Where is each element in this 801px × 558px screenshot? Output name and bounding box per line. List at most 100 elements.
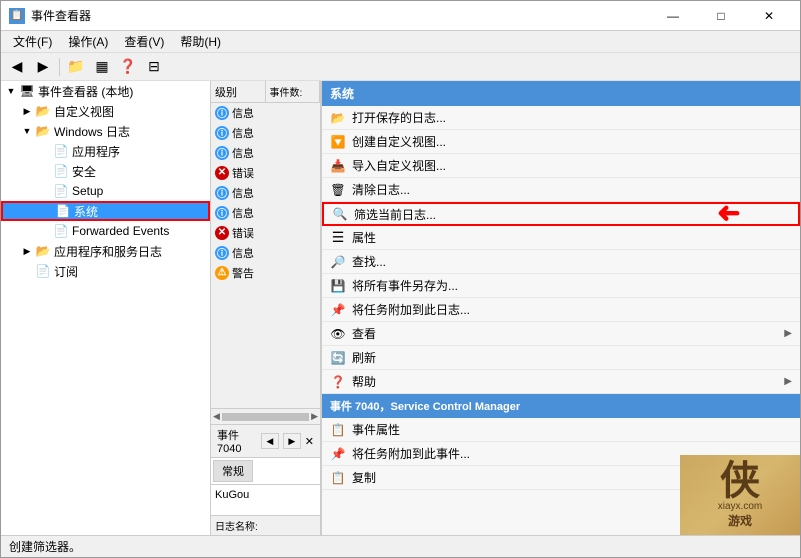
event-level-label: 信息 <box>232 105 254 121</box>
tree-item-system[interactable]: ▶ 📄 系统 <box>1 201 210 221</box>
action-label-create: 创建自定义视图... <box>352 133 446 150</box>
action-label-import: 导入自定义视图... <box>352 157 446 174</box>
menu-help[interactable]: 帮助(H) <box>172 31 229 52</box>
title-bar: 📋 事件查看器 — □ ✕ <box>1 1 800 31</box>
action-save-all[interactable]: 💾 将所有事件另存为... <box>322 274 800 298</box>
tree-item-custom-views[interactable]: ▶ 📂 自定义视图 <box>1 101 210 121</box>
action-label-open: 打开保存的日志... <box>352 109 446 126</box>
forward-button[interactable]: ▶ <box>31 56 55 78</box>
event-level-cell: ⓘ 信息 <box>211 144 320 162</box>
arrow-custom-views: ▶ <box>19 103 35 119</box>
action-view[interactable]: 👁 查看 ▶ <box>322 322 800 346</box>
props-icon: ☰ <box>330 230 346 246</box>
close-button[interactable]: ✕ <box>746 1 792 31</box>
event-row[interactable]: ⚠ 警告 <box>211 263 320 283</box>
middle-column: 级别 事件数: ⓘ 信息 ⓘ 信息 <box>211 81 321 535</box>
view-icon: 👁 <box>330 326 346 342</box>
detail-nav-right[interactable]: ▶ <box>283 433 301 449</box>
menu-file[interactable]: 文件(F) <box>5 31 60 52</box>
tree-item-windows-logs[interactable]: ▼ 📂 Windows 日志 <box>1 121 210 141</box>
menu-view[interactable]: 查看(V) <box>116 31 172 52</box>
label-forwarded: Forwarded Events <box>72 224 169 238</box>
tree-item-viewer-local[interactable]: ▼ 🖥 事件查看器 (本地) <box>1 81 210 101</box>
event-row[interactable]: ⓘ 信息 <box>211 143 320 163</box>
event-row[interactable]: ✕ 错误 <box>211 163 320 183</box>
label-system: 系统 <box>74 203 98 220</box>
help-icon: ❓ <box>330 374 346 390</box>
action-refresh[interactable]: 🔄 刷新 <box>322 346 800 370</box>
warning-icon: ⚠ <box>215 266 229 280</box>
event-list-rows: ⓘ 信息 ⓘ 信息 ⓘ <box>211 103 320 408</box>
tree-item-security[interactable]: ▶ 📄 安全 <box>1 161 210 181</box>
menu-action[interactable]: 操作(A) <box>60 31 116 52</box>
action-open-saved-log[interactable]: 📂 打开保存的日志... <box>322 106 800 130</box>
grid-button[interactable]: ▦ <box>90 56 114 78</box>
action-label-attach: 将任务附加到此日志... <box>352 301 470 318</box>
detail-footer: 日志名称: <box>211 515 320 535</box>
event-row[interactable]: ⓘ 信息 <box>211 243 320 263</box>
action-attach-task[interactable]: 📌 将任务附加到此日志... <box>322 298 800 322</box>
event-props-icon: 📋 <box>330 422 346 438</box>
label-setup: Setup <box>72 184 103 198</box>
refresh-icon: 🔄 <box>330 350 346 366</box>
clear-icon: 🗑 <box>330 182 346 198</box>
layout-button[interactable]: ⊟ <box>142 56 166 78</box>
header-count: 事件数: <box>266 81 321 102</box>
action-event-props[interactable]: 📋 事件属性 <box>322 418 800 442</box>
event-level-cell: ⓘ 信息 <box>211 124 320 142</box>
action-label-filter: 筛选当前日志... <box>354 206 436 223</box>
action-filter-current[interactable]: 🔍 筛选当前日志... <box>322 202 800 226</box>
watermark-site: xiayx.com <box>718 501 762 512</box>
h-scrollbar[interactable]: ◀ ▶ <box>211 408 320 424</box>
window-title: 事件查看器 <box>31 7 650 24</box>
event-row[interactable]: ⓘ 信息 <box>211 183 320 203</box>
help-arrow-icon: ▶ <box>784 376 792 387</box>
maximize-button[interactable]: □ <box>698 1 744 31</box>
detail-close-button[interactable]: ✕ <box>305 435 314 448</box>
event-row[interactable]: ⓘ 信息 <box>211 123 320 143</box>
action-clear-log[interactable]: 🗑 清除日志... <box>322 178 800 202</box>
app-icon: 📋 <box>9 8 25 24</box>
action-label-help: 帮助 <box>352 373 376 390</box>
action-label-find: 查找... <box>352 253 386 270</box>
tree-item-app[interactable]: ▶ 📄 应用程序 <box>1 141 210 161</box>
error-icon: ✕ <box>215 166 229 180</box>
arrow-windows-logs: ▼ <box>19 123 35 139</box>
find-icon: 🔎 <box>330 254 346 270</box>
save-icon: 💾 <box>330 278 346 294</box>
action-import-custom-view[interactable]: 📥 导入自定义视图... <box>322 154 800 178</box>
action-label-clear: 清除日志... <box>352 181 410 198</box>
arrow-viewer-local: ▼ <box>3 83 19 99</box>
menu-bar: 文件(F) 操作(A) 查看(V) 帮助(H) <box>1 31 800 53</box>
question-button[interactable]: ❓ <box>116 56 140 78</box>
event-level-cell: ⚠ 警告 <box>211 264 320 282</box>
up-button[interactable]: 📁 <box>64 56 88 78</box>
event-row[interactable]: ⓘ 信息 <box>211 103 320 123</box>
detail-kugou: KuGou <box>215 489 316 501</box>
action-help[interactable]: ❓ 帮助 ▶ <box>322 370 800 394</box>
toolbar: ◀ ▶ 📁 ▦ ❓ ⊟ <box>1 53 800 81</box>
back-button[interactable]: ◀ <box>5 56 29 78</box>
action-label-props: 属性 <box>352 229 376 246</box>
tab-normal[interactable]: 常规 <box>213 460 253 482</box>
icon-forwarded: 📄 <box>53 223 69 239</box>
actions-section-event7040: 事件 7040，Service Control Manager <box>322 394 800 418</box>
minimize-button[interactable]: — <box>650 1 696 31</box>
tree-item-app-services[interactable]: ▶ 📂 应用程序和服务日志 <box>1 241 210 261</box>
event-level-label: 信息 <box>232 245 254 261</box>
action-find[interactable]: 🔎 查找... <box>322 250 800 274</box>
action-label-event-props: 事件属性 <box>352 421 400 438</box>
event-row[interactable]: ⓘ 信息 <box>211 203 320 223</box>
event-level-label: 错误 <box>232 225 254 241</box>
action-properties[interactable]: ☰ 属性 <box>322 226 800 250</box>
action-create-custom-view[interactable]: 🔽 创建自定义视图... <box>322 130 800 154</box>
tree-item-forwarded[interactable]: ▶ 📄 Forwarded Events <box>1 221 210 241</box>
tree-item-subscriptions[interactable]: ▶ 📄 订阅 <box>1 261 210 281</box>
event-row[interactable]: ✕ 错误 <box>211 223 320 243</box>
watermark-char: 侠 <box>720 461 760 501</box>
left-tree-panel: ▼ 🖥 事件查看器 (本地) ▶ 📂 自定义视图 ▼ 📂 Windows 日志 … <box>1 81 211 535</box>
label-security: 安全 <box>72 163 96 180</box>
detail-nav-left[interactable]: ◀ <box>261 433 279 449</box>
event-level-label: 警告 <box>232 265 254 281</box>
tree-item-setup[interactable]: ▶ 📄 Setup <box>1 181 210 201</box>
